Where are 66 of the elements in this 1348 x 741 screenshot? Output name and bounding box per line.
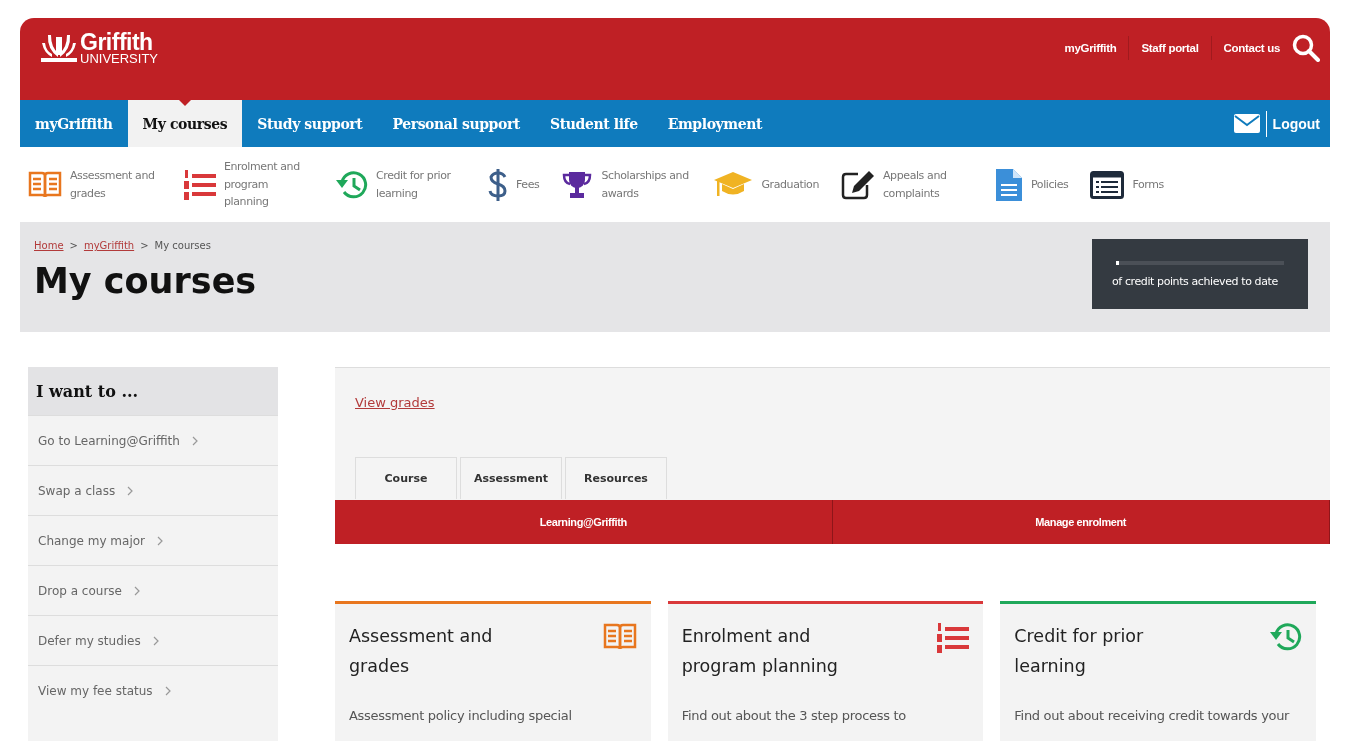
nav-tab[interactable]: Study support xyxy=(242,100,378,147)
nav-tab[interactable]: My courses xyxy=(127,100,243,147)
card-title: Assessment and grades xyxy=(349,625,494,678)
quick-link[interactable]: Enrolment and program planning xyxy=(182,158,314,211)
nav-tab[interactable]: Personal support xyxy=(377,100,535,147)
dollar-icon xyxy=(488,167,508,202)
chevron-right-icon xyxy=(157,535,163,546)
card-text: Assessment policy including special xyxy=(349,707,573,723)
list-icon xyxy=(935,622,970,654)
quick-link[interactable]: Assessment and grades xyxy=(28,166,160,203)
card-text: Find out about receiving credit towards your xyxy=(1014,707,1291,723)
breadcrumb-link[interactable]: Home xyxy=(34,240,64,251)
chevron-right-icon xyxy=(127,485,134,496)
edit-icon xyxy=(840,169,875,200)
course-tab[interactable]: Assessment xyxy=(460,457,562,499)
card-title: Enrolment and program planning xyxy=(681,625,839,678)
quick-link[interactable]: Policies xyxy=(994,167,1069,202)
doc-icon xyxy=(994,167,1023,202)
nav-tab[interactable]: Student life xyxy=(534,100,653,147)
chevron-right-icon xyxy=(152,635,159,646)
chevron-right-icon xyxy=(133,585,140,596)
sidebar-item[interactable]: Go to Learning@Griffith xyxy=(28,415,278,465)
mail-icon[interactable] xyxy=(1233,114,1260,133)
breadcrumb-separator: > xyxy=(140,240,149,251)
sidebar-item[interactable]: Swap a class xyxy=(28,465,278,515)
quick-link[interactable]: Forms xyxy=(1090,170,1164,199)
history-icon xyxy=(336,169,368,200)
quick-link[interactable]: Appeals and complaints xyxy=(840,166,973,203)
card-title: Credit for prior learning xyxy=(1014,625,1145,678)
course-tab[interactable]: Course xyxy=(355,457,457,499)
quick-link[interactable]: Graduation xyxy=(713,169,819,200)
history-icon xyxy=(1270,622,1302,652)
chevron-right-icon xyxy=(164,685,171,696)
quick-link[interactable]: Fees xyxy=(488,167,540,202)
info-card[interactable]: Assessment and grades Assessment policy including special xyxy=(335,601,651,741)
card-text: Find out about the 3 step process to xyxy=(681,707,907,723)
nav-tab[interactable]: Employment xyxy=(652,100,778,147)
quick-link[interactable]: Credit for prior learning xyxy=(336,166,466,203)
progress-caption: of credit points achieved to date xyxy=(1112,274,1279,288)
breadcrumb-current: My courses xyxy=(154,240,211,251)
breadcrumb-link[interactable]: myGriffith xyxy=(83,240,135,251)
header-link[interactable]: Contact us xyxy=(1223,42,1280,54)
info-card[interactable]: Enrolment and program planning Find out about the 3 step process to xyxy=(667,601,984,741)
chevron-right-icon xyxy=(191,435,198,446)
sidebar-item[interactable]: View my fee status xyxy=(28,665,278,715)
forms-icon xyxy=(1090,170,1125,199)
sidebar-item[interactable]: Drop a course xyxy=(28,565,278,615)
quick-link[interactable]: Scholarships and awards xyxy=(561,166,692,203)
sidebar-item[interactable]: Defer my studies xyxy=(28,615,278,665)
university-logo[interactable]: Griffith UNIVERSITY xyxy=(40,32,158,65)
nav-tab[interactable]: myGriffith xyxy=(20,100,128,147)
trophy-icon xyxy=(561,169,594,200)
book-icon xyxy=(28,169,62,200)
page-title: My courses xyxy=(34,261,257,301)
book-icon xyxy=(602,622,637,652)
logout-link[interactable]: Logout xyxy=(1272,100,1330,147)
info-card[interactable]: Credit for prior learning Find out about receiving credit towards your xyxy=(1000,601,1316,741)
sidebar-item[interactable]: Change my major xyxy=(28,515,278,565)
search-icon[interactable] xyxy=(1292,34,1320,62)
breadcrumb-separator: > xyxy=(69,240,78,251)
header-link[interactable]: Staff portal xyxy=(1141,42,1199,54)
list-icon xyxy=(182,168,216,201)
view-grades-link[interactable]: View grades xyxy=(355,395,435,410)
header-link[interactable]: myGriffith xyxy=(1064,42,1117,54)
sidebar-title: I want to ... xyxy=(28,367,278,415)
course-tab[interactable]: Resources xyxy=(565,457,667,499)
